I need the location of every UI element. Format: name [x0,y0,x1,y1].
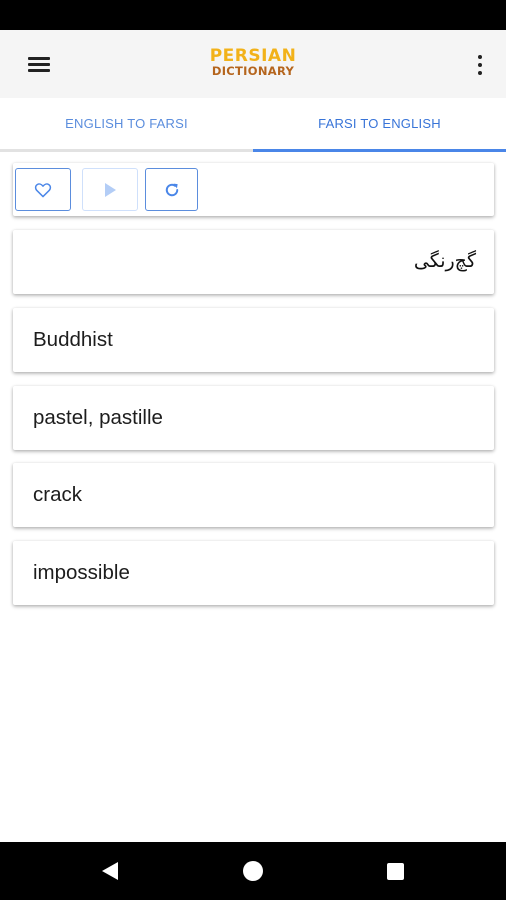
favorite-button[interactable] [15,168,71,211]
question-card: گچ‌رنگی [13,230,494,294]
more-options-icon[interactable] [470,50,490,80]
active-tab-indicator [253,149,506,152]
answer-option[interactable]: crack [13,463,494,527]
logo-line-1: PERSIAN [209,46,297,66]
answer-option-label: Buddhist [33,328,113,351]
refresh-button[interactable] [145,168,198,211]
refresh-icon [165,183,178,196]
tab-bar: ENGLISH TO FARSI FARSI TO ENGLISH [0,98,506,152]
heart-icon [34,182,52,197]
home-icon[interactable] [243,861,263,881]
answer-option-label: crack [33,483,82,506]
status-bar [0,0,506,30]
system-navigation-bar [0,842,506,900]
logo-line-2: DICTIONARY [211,64,295,78]
answer-option[interactable]: pastel, pastille [13,386,494,450]
tab-english-to-farsi[interactable]: ENGLISH TO FARSI [0,98,253,149]
play-button[interactable] [82,168,138,211]
answer-option-label: impossible [33,561,130,584]
question-word: گچ‌رنگی [413,250,476,272]
tab-farsi-to-english[interactable]: FARSI TO ENGLISH [253,98,506,149]
play-icon [105,182,116,197]
action-toolbar [13,163,494,216]
back-icon[interactable] [102,862,118,880]
app-bar: PERSIAN DICTIONARY [0,30,506,98]
app-logo: PERSIAN DICTIONARY [0,48,506,78]
answer-option-label: pastel, pastille [33,406,163,429]
recents-icon[interactable] [387,863,404,880]
answer-option[interactable]: Buddhist [13,308,494,372]
answer-option[interactable]: impossible [13,541,494,605]
